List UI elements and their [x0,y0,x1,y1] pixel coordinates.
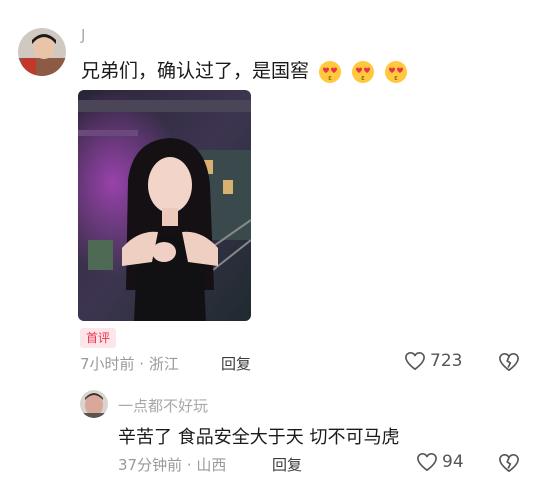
comment-like-count: 723 [430,351,463,371]
reply-username[interactable]: 一点都不好玩 [118,395,208,416]
heart-eyes-emoji-icon: ε [319,60,342,83]
first-comment-badge: 首评 [80,328,117,348]
svg-text:ε: ε [328,74,332,82]
comment-username[interactable]: J [81,26,85,44]
reply-reply-button[interactable]: 回复 [272,454,302,475]
reply-like-button[interactable]: 94 [416,452,464,472]
heart-outline-icon [417,453,437,471]
broken-heart-icon [499,454,519,472]
comment-reply-button[interactable]: 回复 [221,353,251,374]
heart-outline-icon [405,352,425,370]
avatar[interactable] [80,390,108,418]
broken-heart-icon [499,353,519,371]
comment-photo[interactable] [78,90,251,321]
svg-text:ε: ε [361,74,365,82]
comment-like-button[interactable]: 723 [404,351,462,371]
comment-text-row: 兄弟们，确认过了，是国窖 ε ε ε [81,56,408,84]
comment-time-location: 7小时前 · 浙江 [80,355,179,373]
reply-time-location: 37分钟前 · 山西 [118,456,227,474]
reply-dislike-button[interactable] [498,453,520,477]
svg-text:ε: ε [394,74,398,82]
heart-eyes-emoji-icon: ε [385,60,408,83]
comment-dislike-button[interactable] [498,352,520,376]
avatar[interactable] [18,28,66,76]
comment-text: 兄弟们，确认过了，是国窖 [81,60,310,82]
reply-text: 辛苦了 食品安全大于天 切不可马虎 [118,427,400,448]
reply-like-count: 94 [442,452,464,472]
heart-eyes-emoji-icon: ε [352,60,375,83]
